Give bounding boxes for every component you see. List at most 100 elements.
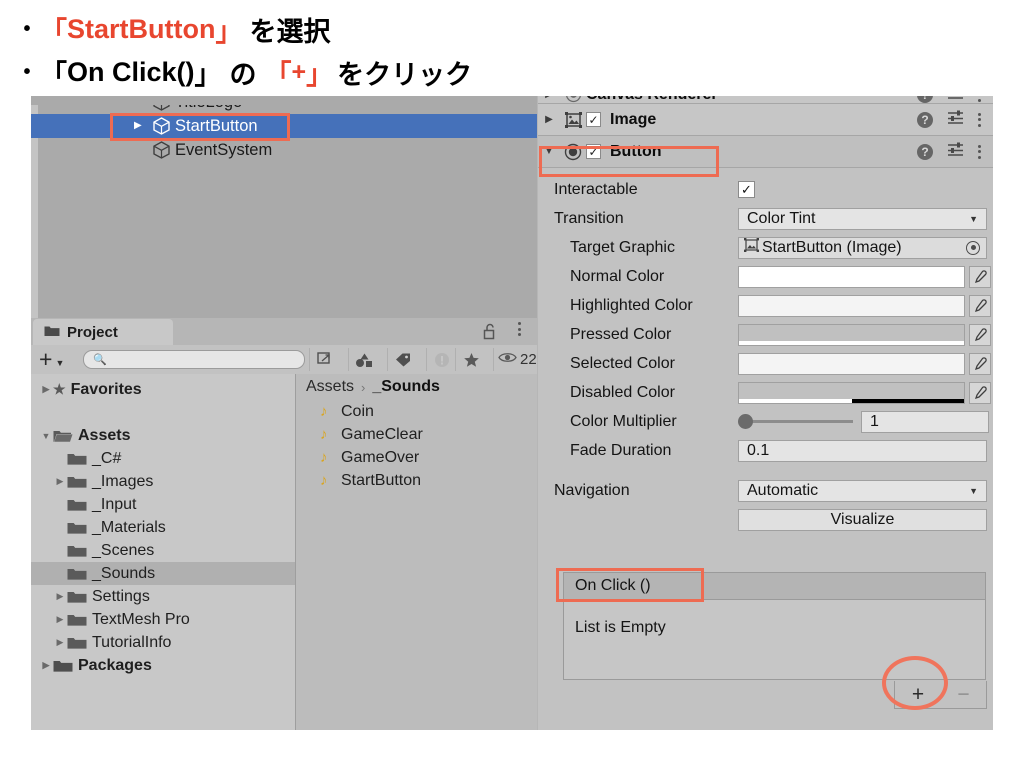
project-panel[interactable]: Project + ▼ 🔍 [31, 318, 537, 730]
object-picker-icon[interactable] [966, 241, 980, 255]
tree-item-sounds[interactable]: _Sounds [31, 562, 295, 585]
asset-item-gameclear[interactable]: ♪ GameClear [296, 423, 537, 446]
project-folder-tree[interactable]: ▶ ★ Favorites ▼ Assets [31, 374, 295, 730]
target-graphic-field[interactable]: StartButton (Image) [738, 237, 987, 259]
expand-triangle-icon[interactable]: ▶ [53, 476, 67, 487]
expand-triangle-icon[interactable]: ▶ [538, 96, 560, 100]
prop-normal-color[interactable]: Normal Color [538, 262, 993, 291]
tree-item-assets[interactable]: ▼ Assets [31, 424, 295, 447]
warning-icon[interactable] [426, 348, 457, 371]
prop-visualize[interactable]: Visualize [538, 505, 993, 534]
tree-item-settings[interactable]: ▶ Settings [31, 585, 295, 608]
kebab-menu-icon[interactable] [978, 96, 981, 102]
tree-item-input[interactable]: _Input [31, 493, 295, 516]
eyedropper-icon[interactable] [969, 266, 991, 288]
color-multiplier-slider[interactable] [738, 411, 853, 433]
prop-disabled-color[interactable]: Disabled Color [538, 378, 993, 407]
kebab-menu-icon[interactable] [518, 322, 521, 336]
pressed-color-swatch[interactable] [738, 324, 965, 346]
tab-project[interactable]: Project [33, 319, 173, 345]
expand-triangle-icon[interactable]: ▶ [53, 591, 67, 602]
help-icon[interactable]: ? [917, 112, 933, 128]
add-asset-button[interactable]: + ▼ [39, 346, 64, 373]
search-expand-icon[interactable] [309, 348, 340, 371]
add-callback-button[interactable]: + [895, 683, 941, 707]
prop-highlighted-color[interactable]: Highlighted Color [538, 291, 993, 320]
on-click-event-list[interactable]: On Click () List is Empty + − [563, 572, 986, 680]
search-input[interactable]: 🔍 [83, 350, 305, 369]
tree-item-label: _Input [92, 496, 136, 514]
expand-triangle-icon[interactable]: ▶ [134, 121, 151, 131]
tree-item-scenes[interactable]: _Scenes [31, 539, 295, 562]
prop-transition[interactable]: Transition Color Tint ▼ [538, 204, 993, 233]
project-asset-list[interactable]: Assets › _Sounds ♪ Coin ♪ GameClear ♪ Ga… [296, 374, 537, 730]
prop-label: Highlighted Color [538, 297, 738, 315]
visualize-button[interactable]: Visualize [738, 509, 987, 531]
component-header-image[interactable]: ▶ ✓ Image ? [538, 104, 993, 136]
expand-triangle-icon[interactable]: ▶ [39, 384, 53, 395]
tree-item-packages[interactable]: ▶ Packages [31, 654, 295, 677]
breadcrumb-root[interactable]: Assets [306, 378, 354, 396]
prop-navigation[interactable]: Navigation Automatic ▼ [538, 476, 993, 505]
star-icon[interactable] [455, 348, 486, 371]
expand-triangle-icon[interactable]: ▶ [538, 114, 560, 125]
slider-handle[interactable] [738, 414, 753, 429]
help-icon[interactable]: ? [917, 96, 933, 103]
expand-triangle-icon[interactable]: ▶ [53, 614, 67, 625]
navigation-dropdown[interactable]: Automatic ▼ [738, 480, 987, 502]
collapse-triangle-icon[interactable]: ▼ [39, 431, 53, 441]
asset-item-gameover[interactable]: ♪ GameOver [296, 446, 537, 469]
disabled-color-swatch[interactable] [738, 382, 965, 404]
eyedropper-icon[interactable] [969, 382, 991, 404]
visible-asset-count[interactable]: 22 [493, 348, 537, 371]
tree-item-csharp[interactable]: _C# [31, 447, 295, 470]
fade-duration-value[interactable]: 0.1 [738, 440, 987, 462]
color-multiplier-value[interactable]: 1 [861, 411, 989, 433]
unlock-icon[interactable] [483, 323, 497, 345]
component-header-button[interactable]: ▼ ✓ Button ? [538, 136, 993, 168]
tag-icon[interactable] [387, 348, 418, 371]
tree-item-favorites[interactable]: ▶ ★ Favorites [31, 378, 295, 401]
tree-item-tutorialinfo[interactable]: ▶ TutorialInfo [31, 631, 295, 654]
interactable-checkbox[interactable]: ✓ [738, 181, 755, 198]
shapes-filter-icon[interactable] [348, 348, 379, 371]
prop-interactable[interactable]: Interactable ✓ [538, 175, 993, 204]
tree-item-materials[interactable]: _Materials [31, 516, 295, 539]
hierarchy-item-label: EventSystem [173, 141, 272, 160]
component-enabled-checkbox[interactable]: ✓ [586, 144, 601, 159]
expand-triangle-icon[interactable]: ▶ [53, 637, 67, 648]
kebab-menu-icon[interactable] [978, 145, 981, 159]
asset-item-coin[interactable]: ♪ Coin [296, 400, 537, 423]
component-header-canvas-renderer[interactable]: ▶ Canvas Renderer ? [538, 96, 993, 104]
prop-pressed-color[interactable]: Pressed Color [538, 320, 993, 349]
prop-target-graphic[interactable]: Target Graphic StartButton (Image) [538, 233, 993, 262]
asset-item-startbutton[interactable]: ♪ StartButton [296, 469, 537, 492]
on-click-empty-text: List is Empty [564, 600, 985, 637]
prop-color-multiplier[interactable]: Color Multiplier 1 [538, 407, 993, 436]
preset-icon[interactable] [947, 141, 964, 162]
tree-item-textmeshpro[interactable]: ▶ TextMesh Pro [31, 608, 295, 631]
component-enabled-checkbox[interactable]: ✓ [586, 112, 601, 127]
kebab-menu-icon[interactable] [978, 113, 981, 127]
selected-color-swatch[interactable] [738, 353, 965, 375]
hierarchy-row-eventsystem[interactable]: ▶ EventSystem [31, 138, 537, 162]
expand-triangle-icon[interactable]: ▶ [39, 660, 53, 671]
button-icon [560, 143, 586, 161]
inspector-panel[interactable]: ▶ Canvas Renderer ? ▶ ✓ Image [538, 96, 993, 730]
eyedropper-icon[interactable] [969, 295, 991, 317]
search-field[interactable] [107, 352, 287, 367]
eyedropper-icon[interactable] [969, 324, 991, 346]
tree-item-images[interactable]: ▶ _Images [31, 470, 295, 493]
remove-callback-button[interactable]: − [941, 683, 986, 707]
prop-fade-duration[interactable]: Fade Duration 0.1 [538, 436, 993, 465]
preset-icon[interactable] [947, 109, 964, 130]
transition-dropdown[interactable]: Color Tint ▼ [738, 208, 987, 230]
eyedropper-icon[interactable] [969, 353, 991, 375]
hierarchy-panel[interactable]: ▶ TitleLogo ▶ StartButton ▶ EventSystem [31, 96, 537, 318]
hierarchy-row-startbutton[interactable]: ▶ StartButton [31, 114, 537, 138]
collapse-triangle-icon[interactable]: ▼ [538, 146, 560, 157]
prop-selected-color[interactable]: Selected Color [538, 349, 993, 378]
help-icon[interactable]: ? [917, 144, 933, 160]
highlighted-color-swatch[interactable] [738, 295, 965, 317]
normal-color-swatch[interactable] [738, 266, 965, 288]
